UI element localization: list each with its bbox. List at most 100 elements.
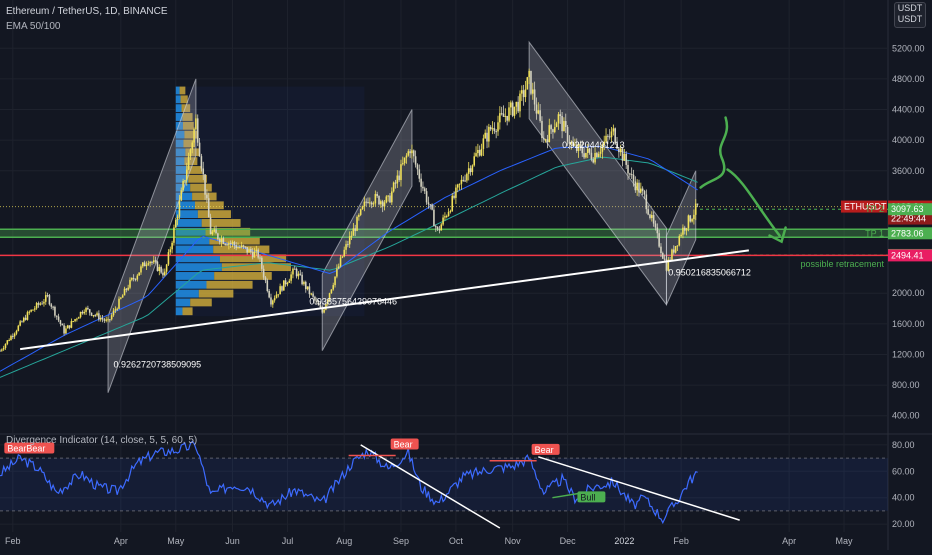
time-tick-label-0: Feb	[5, 536, 21, 546]
time-tick-label-13: May	[836, 536, 854, 546]
candle-body	[195, 118, 197, 130]
candle-body	[299, 273, 302, 275]
candle-body	[246, 247, 248, 253]
volume-profile-down-bar	[197, 210, 231, 219]
candle-body	[21, 321, 23, 323]
candle-body	[412, 150, 415, 157]
price-tick-label-3: 4000.00	[892, 135, 925, 145]
candle-body	[0, 350, 1, 352]
level-label: TP 1	[865, 228, 884, 238]
candle-body	[281, 286, 283, 291]
candle-body	[204, 174, 206, 195]
candle-body	[332, 285, 335, 290]
chart-area[interactable]: 5200.00 4800.00 4400.00 4000.00 3600.00 2000.…	[0, 0, 932, 550]
candle-body	[630, 174, 633, 176]
candle-body	[297, 273, 300, 277]
candle-body	[645, 194, 648, 210]
candle-body	[248, 248, 250, 253]
candle-body	[61, 324, 64, 326]
candle-body	[506, 115, 508, 121]
candle-body	[272, 300, 274, 305]
candle-body	[250, 248, 252, 252]
candle-body	[176, 216, 179, 221]
candle-body	[152, 260, 155, 263]
candle-body	[1, 349, 3, 351]
candle-body	[438, 229, 441, 231]
candle-body	[310, 293, 313, 295]
currency-button[interactable]: USDT USDT	[894, 2, 926, 28]
candle-body	[185, 169, 188, 181]
candle-body	[680, 234, 682, 237]
candle-body	[550, 125, 552, 130]
candle-body	[8, 340, 10, 342]
candle-body	[163, 271, 166, 276]
candle-body	[286, 282, 289, 285]
candle-body	[4, 343, 7, 348]
candle-body	[497, 122, 499, 132]
candle-body	[2, 347, 5, 350]
candle-body	[121, 295, 124, 298]
candle-body	[548, 125, 551, 143]
candle-body	[594, 153, 596, 163]
candle-body	[55, 315, 58, 317]
level-label: possible retracement	[800, 259, 884, 269]
candle-body	[109, 319, 111, 321]
candle-body	[561, 115, 563, 132]
candle-body	[107, 319, 109, 321]
candle-body	[90, 312, 93, 316]
price-tick-label-4: 3600.00	[892, 166, 925, 176]
candle-body	[660, 246, 662, 254]
candle-body	[35, 303, 38, 309]
candle-body	[158, 267, 161, 271]
candle-body	[129, 279, 131, 288]
candle-body	[687, 215, 690, 229]
candle-body	[303, 281, 305, 285]
candle-body	[83, 311, 86, 314]
candle-body	[391, 191, 393, 203]
candle-body	[28, 311, 31, 313]
candle-body	[674, 246, 677, 253]
candle-body	[510, 102, 512, 108]
candle-body	[339, 257, 342, 267]
candle-body	[359, 209, 362, 215]
candle-body	[504, 115, 507, 117]
price-tick-label-5: 2000.00	[892, 288, 925, 298]
candle-body	[599, 151, 602, 154]
symbol-title: Ethereum / TetherUS, 1D, BINANCE	[6, 6, 168, 17]
candle-body	[261, 257, 263, 269]
divergence-label-1: Bear	[394, 440, 413, 450]
candle-body	[279, 286, 281, 295]
candle-body	[257, 249, 259, 258]
candle-body	[493, 128, 496, 132]
candle-body	[66, 325, 69, 329]
candle-body	[500, 113, 503, 115]
candle-body	[486, 132, 488, 142]
candle-body	[559, 114, 562, 116]
volume-profile-down-bar	[180, 95, 188, 104]
candle-body	[10, 335, 12, 341]
candle-body	[693, 214, 695, 220]
candle-body	[87, 307, 89, 310]
time-tick-label-1: Apr	[114, 536, 128, 546]
candle-body	[361, 206, 364, 210]
candle-body	[350, 235, 353, 237]
price-chart-svg[interactable]: 5200.00 4800.00 4400.00 4000.00 3600.00 2000.…	[0, 0, 932, 550]
tp1-zone	[0, 229, 888, 238]
candle-body	[499, 113, 501, 123]
candle-body	[482, 138, 485, 149]
candle-body	[563, 121, 565, 132]
candle-body	[678, 236, 681, 246]
candle-body	[59, 320, 62, 325]
candle-body	[110, 315, 113, 320]
candle-body	[217, 233, 219, 240]
candle-body	[235, 245, 237, 249]
candle-body	[99, 318, 102, 320]
candle-body	[636, 182, 638, 191]
candle-body	[270, 297, 272, 305]
level-axis-tag-2: 2783.06 TP 1	[865, 227, 932, 240]
volume-profile-down-bar	[188, 174, 207, 183]
candle-body	[15, 330, 18, 334]
price-tick-label-1: 4800.00	[892, 74, 925, 84]
candle-body	[112, 310, 115, 316]
candle-body	[526, 77, 529, 90]
